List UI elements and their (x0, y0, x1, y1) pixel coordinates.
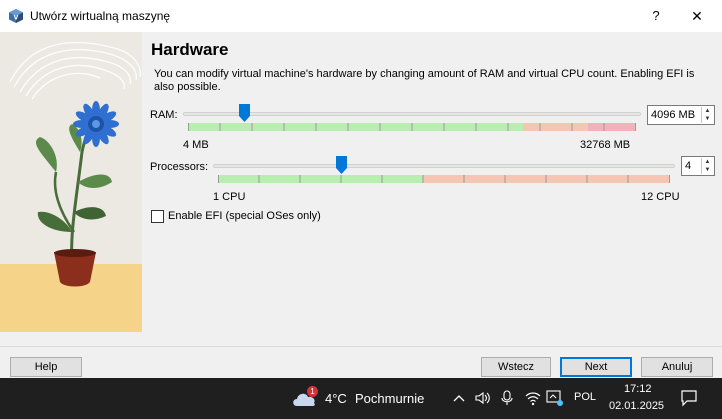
display-icon[interactable] (546, 389, 564, 407)
efi-label[interactable]: Enable EFI (special OSes only) (168, 210, 321, 222)
ram-value: 4096 MB (651, 109, 696, 121)
ram-min-label: 4 MB (183, 139, 209, 151)
processors-spinbox[interactable]: 4 ▲ ▼ (681, 156, 715, 176)
back-button[interactable]: Wstecz (481, 357, 551, 377)
microphone-icon[interactable] (500, 390, 514, 406)
close-button[interactable]: ✕ (682, 6, 712, 26)
processors-max-label: 12 CPU (641, 191, 680, 203)
chevron-up-icon[interactable] (453, 393, 465, 403)
title-bar: V Utwórz wirtualną maszynę ? ✕ (0, 0, 722, 32)
processors-slider-handle[interactable] (336, 156, 347, 174)
spin-up-icon[interactable]: ▲ (702, 158, 713, 166)
processors-label: Processors: (150, 161, 209, 173)
window-title: Utwórz wirtualną maszynę (30, 9, 171, 23)
virtualbox-icon: V (9, 9, 23, 23)
efi-checkbox[interactable] (151, 210, 164, 223)
wizard-button-bar: Help Wstecz Next Anuluj (0, 346, 722, 378)
svg-text:V: V (14, 15, 19, 22)
ram-spinbox[interactable]: 4096 MB ▲ ▼ (647, 105, 715, 125)
cancel-button[interactable]: Anuluj (641, 357, 713, 377)
ram-spin-arrows[interactable]: ▲ ▼ (701, 107, 713, 123)
ram-ticks (188, 123, 636, 131)
clock-date[interactable]: 02.01.2025 (609, 400, 664, 412)
weather-badge: 1 (307, 386, 318, 397)
clock-time[interactable]: 17:12 (624, 383, 652, 395)
processors-ticks (218, 175, 670, 183)
page-description: You can modify virtual machine's hardwar… (154, 68, 695, 93)
plant-illustration (0, 32, 142, 332)
weather-condition[interactable]: Pochmurnie (355, 391, 424, 406)
ram-label: RAM: (150, 109, 178, 121)
context-help-button[interactable]: ? (642, 6, 670, 26)
hardware-page: Hardware You can modify virtual machine'… (142, 32, 722, 346)
next-button[interactable]: Next (560, 357, 632, 377)
spin-up-icon[interactable]: ▲ (702, 107, 713, 115)
windows-taskbar: 1 4°C Pochmurnie POL 17:12 02.01.2025 (0, 378, 722, 419)
help-button[interactable]: Help (10, 357, 82, 377)
page-heading: Hardware (151, 40, 229, 59)
processors-value: 4 (685, 160, 692, 172)
wizard-illustration (0, 32, 142, 332)
weather-widget[interactable]: 1 (291, 386, 319, 408)
ram-slider-track[interactable] (183, 112, 641, 116)
temperature[interactable]: 4°C (325, 391, 347, 406)
processors-slider-track[interactable] (213, 164, 675, 168)
spin-down-icon[interactable]: ▼ (702, 115, 713, 123)
wifi-icon[interactable] (525, 390, 541, 406)
processors-spin-arrows[interactable]: ▲ ▼ (701, 158, 713, 174)
spin-down-icon[interactable]: ▼ (702, 166, 713, 174)
language-indicator[interactable]: POL (574, 391, 596, 403)
volume-icon[interactable] (474, 390, 492, 406)
ram-max-label: 32768 MB (580, 139, 631, 151)
notification-icon[interactable] (680, 389, 698, 407)
processors-min-label: 1 CPU (213, 191, 246, 203)
ram-slider-handle[interactable] (239, 104, 250, 122)
